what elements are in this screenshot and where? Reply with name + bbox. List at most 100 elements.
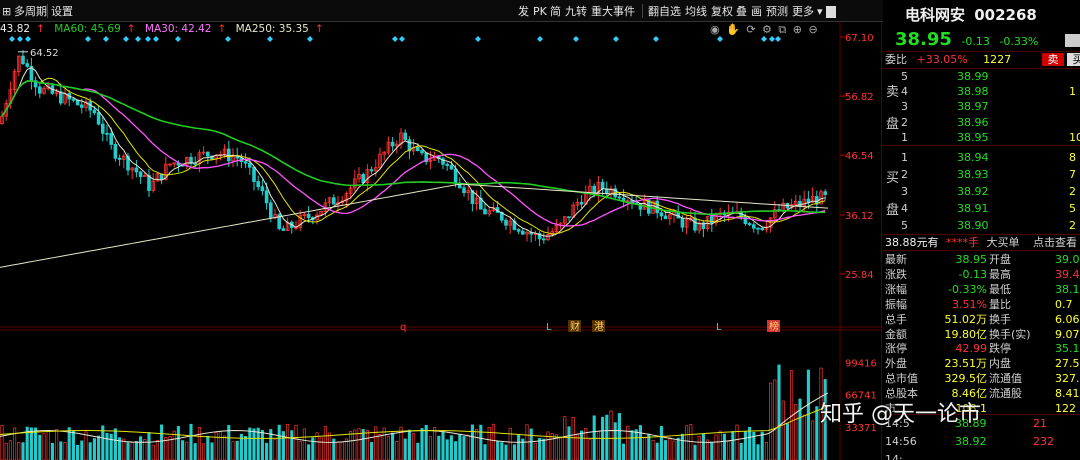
order-price: 38.99 (957, 70, 989, 83)
candle-body (445, 163, 449, 166)
order-book-row[interactable]: 2 38.96 (883, 115, 1080, 130)
order-volume: 10 (1069, 130, 1080, 144)
stat-label: 最新 (885, 253, 907, 266)
event-diamond-icon (392, 36, 398, 42)
candle-body (21, 55, 25, 65)
toolbar-divider (642, 4, 643, 18)
volume-bar (701, 433, 705, 460)
divider (883, 145, 1080, 146)
order-book-row[interactable]: 4 38.91 5 (883, 201, 1080, 216)
event-diamond-icon (123, 36, 129, 42)
multi-period-button[interactable]: 多周期 (12, 4, 49, 20)
toolbar-draw-button[interactable]: 画 (749, 4, 764, 20)
volume-bar (391, 432, 395, 460)
order-level: 1 (901, 151, 908, 164)
buy-button[interactable]: 买 (1067, 53, 1080, 66)
candle-body (504, 219, 508, 226)
volume-bar (517, 434, 521, 460)
candle-body (680, 217, 685, 228)
kline-chart[interactable]: 43.82 ↑ MA60: 45.69 ↑ MA30: 42.42 ↑ MA250: … (0, 22, 882, 460)
toolbar-pk-button[interactable]: PK (531, 4, 549, 20)
stat-value: 38.1 (1055, 282, 1080, 296)
order-volume: 7 (1069, 168, 1076, 181)
candle-body (226, 148, 231, 162)
candle-body (71, 98, 76, 101)
settings-button[interactable]: 设置 (49, 4, 75, 20)
volume-bar (743, 431, 747, 460)
tick-row: 14: (883, 452, 1080, 460)
volume-bar (722, 433, 726, 460)
weibi-label: 委比 (885, 53, 907, 66)
quick-trade-row: 38.88元有 ****手 大买单 点击查看 (885, 235, 1077, 250)
event-diamond-icon (225, 36, 231, 42)
order-book-row[interactable]: 5 38.90 2 (883, 218, 1080, 233)
stat-label: 最低 (989, 282, 1011, 296)
volume-bar (370, 442, 374, 460)
tick-row: 14:56 38.92 232 (883, 434, 1080, 449)
order-book-row[interactable]: 5 38.99 (883, 69, 1080, 84)
order-book-row[interactable]: 3 38.92 2 (883, 184, 1080, 199)
toolbar-adjust-button[interactable]: 复权 (709, 4, 735, 20)
candle-body (449, 165, 454, 170)
watermark: 知乎 @天一论市 (820, 402, 981, 427)
order-book-row[interactable]: 1 38.95 10 (883, 130, 1080, 145)
volume-bar (223, 435, 227, 460)
volume-bar (466, 434, 470, 460)
candle-body (59, 91, 63, 104)
order-book-row[interactable]: 2 38.93 7 (883, 167, 1080, 182)
event-marker: L (546, 322, 552, 333)
stat-value: 327.7 (1055, 372, 1080, 386)
volume-bar (76, 444, 80, 460)
toolbar-jiuzhuan-button[interactable]: 九转 (563, 4, 589, 20)
price-axis-label: 46.54 (845, 151, 874, 162)
volume-bar (580, 430, 584, 460)
toolbar-dropdown-icon[interactable]: ▾ (815, 4, 825, 20)
quick-trade-link[interactable]: 点击查看 (1033, 236, 1077, 249)
volume-bar (109, 433, 113, 460)
toolbar-ma-button[interactable]: 均线 (683, 4, 709, 20)
volume-bar (491, 423, 495, 460)
quote-stat-row: 最新 38.95 开盘 39.0 (883, 252, 1080, 267)
toolbar-forecast-button[interactable]: 预测 (764, 4, 790, 20)
toolbar-fa-button[interactable]: 发 (516, 4, 531, 20)
order-book-row[interactable]: 4 38.98 1 (883, 84, 1080, 99)
sell-button[interactable]: 卖 (1042, 53, 1064, 66)
candle-body (147, 175, 151, 191)
candle-body (260, 186, 265, 192)
volume-bar (105, 432, 109, 460)
event-diamond-icon (135, 36, 141, 42)
volume-bar (323, 426, 327, 460)
stat-value: 3.51% (952, 297, 987, 311)
toolbar-simple-button[interactable]: 简 (548, 4, 563, 20)
volume-bar (218, 431, 222, 460)
volume-bar (512, 444, 516, 460)
volume-bar (739, 442, 743, 460)
candle-body (483, 208, 487, 215)
panel-scroll-icon[interactable] (1065, 34, 1080, 47)
toolbar-scroll-icon[interactable] (826, 6, 836, 18)
volume-bar (286, 424, 290, 460)
event-diamond-icon (9, 36, 15, 42)
quote-stat-row: 涨幅 -0.33% 最低 38.1 (883, 282, 1080, 297)
order-price: 38.91 (957, 202, 989, 215)
volume-bar (319, 437, 323, 460)
volume-bar (445, 439, 449, 460)
volume-bar (181, 440, 185, 460)
candle-body (117, 157, 122, 160)
candle-body (205, 151, 210, 157)
event-diamond-icon (145, 36, 151, 42)
candle-body (306, 213, 311, 218)
volume-bar (147, 432, 151, 460)
volume-bar (706, 439, 710, 460)
toolbar-more-button[interactable]: 更多 (790, 4, 816, 20)
order-book-row[interactable]: 3 38.97 (883, 99, 1080, 114)
stat-label: 开盘 (989, 253, 1011, 266)
toolbar-overlay-button[interactable]: 叠 (734, 4, 749, 20)
volume-bar (454, 441, 458, 460)
order-book-row[interactable]: 1 38.94 8 (883, 150, 1080, 165)
toolbar-watchlist-button[interactable]: 翻自选 (646, 4, 683, 20)
toolbar-major-events-button[interactable]: 重大事件 (589, 4, 637, 20)
volume-bar (588, 439, 592, 460)
quote-stat-row: 外盘 23.51万内盘 27.51 (883, 356, 1080, 371)
candle-body (617, 196, 622, 199)
